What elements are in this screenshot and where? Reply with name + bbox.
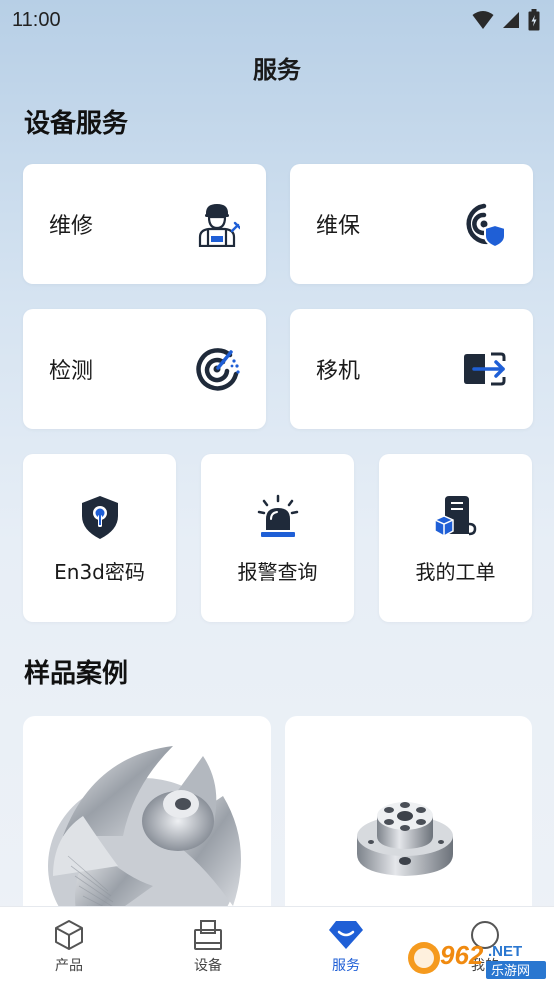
- status-time: 11:00: [12, 8, 61, 31]
- en3d-password-card[interactable]: En3d密码: [23, 454, 176, 622]
- repair-label: 维修: [49, 214, 94, 239]
- nav-item-services[interactable]: 服务: [306, 919, 386, 975]
- battery-icon: [528, 9, 540, 31]
- svg-text:962: 962: [440, 940, 484, 970]
- alarm-query-label: 报警查询: [237, 560, 318, 584]
- section-title-sample-cases: 样品案例: [24, 659, 129, 689]
- relocation-card[interactable]: 移机: [290, 309, 533, 429]
- technician-icon: [198, 204, 240, 247]
- status-bar: 11:00: [0, 0, 554, 40]
- en3d-password-label: En3d密码: [54, 560, 145, 584]
- work-order-box-icon: [433, 496, 476, 537]
- status-icons: [472, 9, 540, 31]
- nav-label-devices: 设备: [194, 958, 222, 974]
- inspection-label: 检测: [49, 359, 94, 384]
- printer-icon: [194, 920, 222, 950]
- nav-label-services: 服务: [332, 958, 360, 974]
- nav-label-products: 产品: [55, 958, 83, 974]
- move-out-icon: [464, 352, 506, 386]
- watermark-logo: 962 .NET 乐游网: [406, 934, 548, 982]
- relocation-label: 移机: [316, 359, 361, 384]
- repair-card[interactable]: 维修: [23, 164, 266, 284]
- diamond-icon: [329, 921, 363, 949]
- nav-item-products[interactable]: 产品: [29, 919, 109, 975]
- shield-radar-icon: [466, 203, 506, 247]
- signal-icon: [503, 12, 519, 28]
- inspection-card[interactable]: 检测: [23, 309, 266, 429]
- alarm-query-card[interactable]: 报警查询: [201, 454, 354, 622]
- cube-icon: [55, 920, 83, 950]
- target-scan-icon: [196, 348, 240, 391]
- svg-text:乐游网: 乐游网: [491, 964, 530, 979]
- maintenance-label: 维保: [316, 214, 361, 239]
- shield-keyhole-icon: [81, 496, 118, 539]
- my-work-orders-card[interactable]: 我的工单: [379, 454, 532, 622]
- page-title: 服务: [253, 56, 301, 84]
- section-title-device-services: 设备服务: [24, 109, 129, 139]
- wifi-icon: [472, 11, 494, 29]
- nav-item-devices[interactable]: 设备: [168, 919, 248, 975]
- svg-text:.NET: .NET: [488, 943, 522, 960]
- maintenance-card[interactable]: 维保: [290, 164, 533, 284]
- alarm-light-icon: [257, 494, 298, 537]
- my-work-orders-label: 我的工单: [415, 560, 496, 584]
